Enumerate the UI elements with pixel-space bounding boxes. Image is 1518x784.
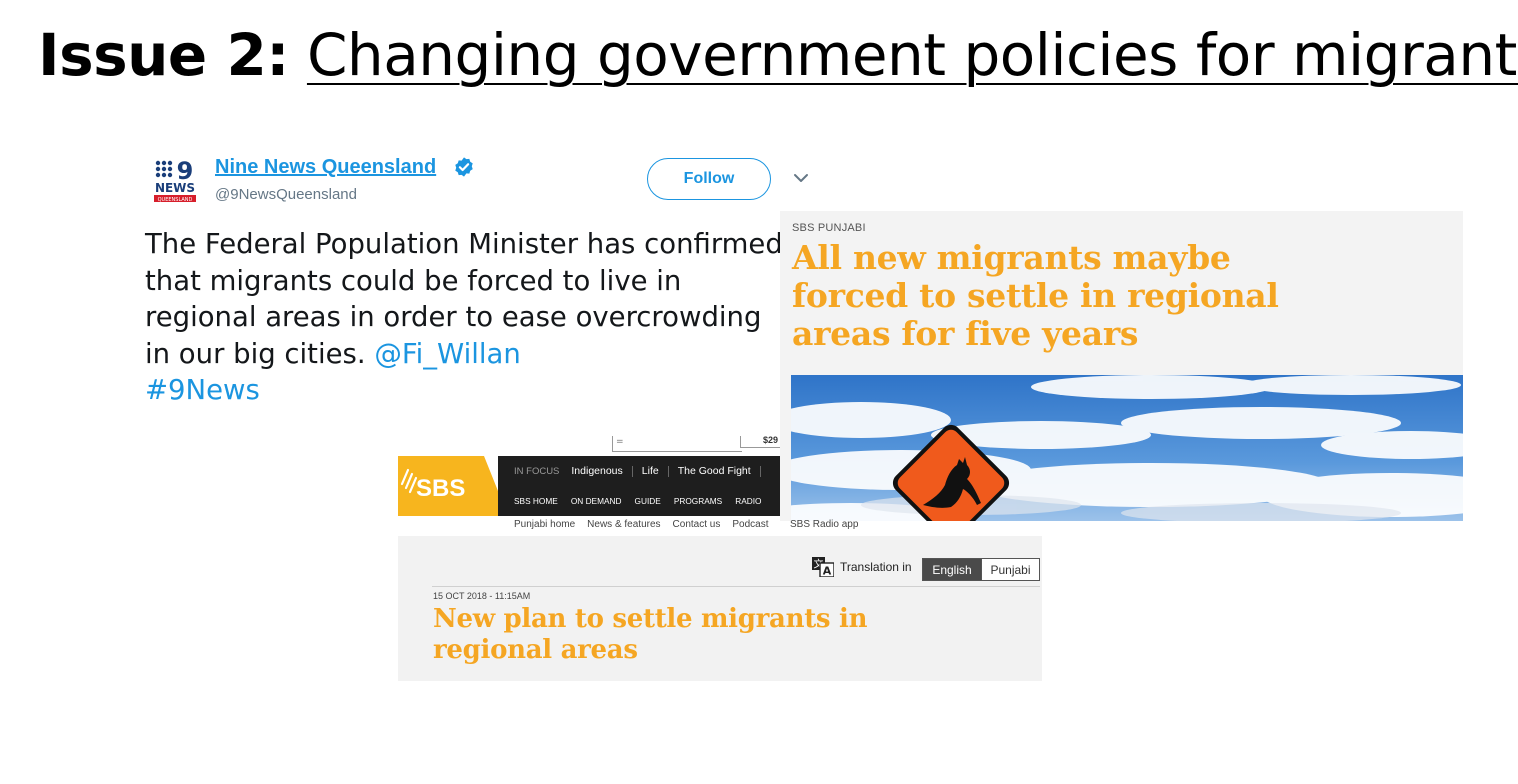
nav-programs[interactable]: PROGRAMS (674, 496, 722, 506)
svg-text:A: A (823, 565, 832, 578)
slide-title: Issue 2: Changing government policies fo… (38, 20, 1518, 90)
nav-primary: IN FOCUS Indigenous Life The Good Fight (514, 465, 770, 477)
translation-toggle: 文 A Translation in (812, 557, 912, 577)
translation-label: Translation in (840, 560, 912, 574)
follow-button[interactable]: Follow (647, 158, 771, 200)
nine-news-logo-icon[interactable]: 9 NEWS QUEENSLAND (153, 158, 197, 204)
price-value: $29 (763, 436, 779, 445)
nav-radio[interactable]: RADIO (735, 496, 761, 506)
sbs-article-bottom-card: 文 A Translation in English Punjabi 15 OC… (398, 536, 1042, 681)
search-field-mark: = (616, 437, 624, 447)
nav-item-the-good-fight[interactable]: The Good Fight (678, 465, 751, 477)
slide-title-main: Changing government policies for migrant… (306, 21, 1518, 89)
sbs-logo-text: SBS (416, 475, 465, 502)
logo-news: NEWS (155, 181, 195, 195)
sub-nav-punjabi-home[interactable]: Punjabi home (514, 519, 575, 530)
price-tag: $29 (740, 436, 780, 448)
verified-badge-icon (455, 157, 473, 177)
sbs-site-header: = $29 SBS IN FOCUS Indigenous Life The G… (398, 436, 780, 536)
tweet-display-name[interactable]: Nine News Queensland (215, 156, 436, 179)
article-headline[interactable]: All new migrants maybe forced to settle … (792, 239, 1352, 353)
kangaroo-road-sign-icon (791, 375, 1463, 521)
sub-nav-news-features[interactable]: News & features (587, 519, 660, 530)
punjabi-sub-nav: Punjabi home News & features Contact us … (514, 519, 780, 530)
sub-nav-contact-us[interactable]: Contact us (673, 519, 721, 530)
nav-on-demand[interactable]: ON DEMAND (571, 496, 622, 506)
nav-sbs-home[interactable]: SBS HOME (514, 496, 558, 506)
nav-item-life[interactable]: Life (642, 465, 659, 477)
lang-english-button[interactable]: English (922, 558, 982, 581)
translate-icon: 文 A (812, 557, 834, 577)
nav-item-indigenous[interactable]: Indigenous (571, 465, 622, 477)
tweet-handle[interactable]: @9NewsQueensland (215, 186, 357, 203)
divider (432, 586, 1040, 587)
nav-separator (759, 465, 761, 477)
nav-in-focus-label: IN FOCUS (514, 465, 560, 477)
tweet-card: 9 NEWS QUEENSLAND Nine News Queensland @… (145, 150, 808, 420)
sub-nav-podcast[interactable]: Podcast (732, 519, 768, 530)
nav-separator (667, 465, 669, 477)
lang-punjabi-button[interactable]: Punjabi (981, 558, 1040, 581)
article-kicker[interactable]: SBS PUNJABI (792, 222, 866, 234)
nav-separator (631, 465, 633, 477)
nav-secondary: SBS HOME ON DEMAND GUIDE PROGRAMS RADIO (514, 496, 775, 506)
sub-nav-sbs-radio-app[interactable]: SBS Radio app (790, 519, 858, 530)
article-headline-bottom[interactable]: New plan to settle migrants in regional … (433, 604, 993, 666)
tweet-mention-link[interactable]: @Fi_Willan (374, 338, 521, 370)
chevron-down-icon[interactable] (793, 172, 809, 184)
search-field-edge[interactable] (612, 436, 742, 452)
tweet-body: The Federal Population Minister has conf… (145, 226, 795, 409)
article-date: 15 OCT 2018 - 11:15AM (433, 591, 531, 601)
tweet-hashtag-link[interactable]: #9News (145, 374, 260, 406)
sbs-nav-bar: IN FOCUS Indigenous Life The Good Fight … (498, 456, 780, 516)
slide-title-prefix: Issue 2: (38, 21, 290, 89)
nav-guide[interactable]: GUIDE (635, 496, 661, 506)
logo-queensland: QUEENSLAND (158, 197, 193, 203)
sbs-logo[interactable]: SBS (398, 456, 508, 516)
sbs-punjabi-article-card: SBS PUNJABI All new migrants maybe force… (780, 211, 1463, 521)
